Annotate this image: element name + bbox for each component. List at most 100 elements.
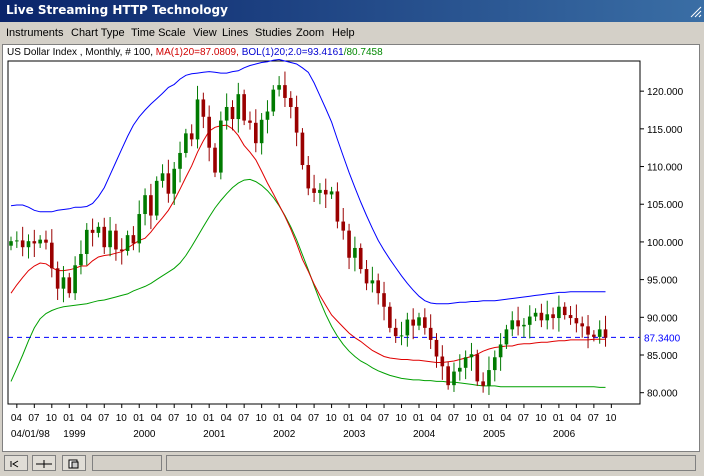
x-year-label: 2006: [553, 429, 576, 440]
x-tick-label: 01: [343, 413, 355, 424]
x-tick-label: 04: [430, 413, 442, 424]
candle-body: [288, 97, 293, 107]
candle-body: [452, 371, 456, 386]
candle-body: [79, 253, 83, 266]
menu-zoom[interactable]: Zoom: [296, 27, 324, 39]
candle-body: [230, 106, 235, 120]
candle-body: [545, 314, 550, 321]
menu-lines[interactable]: Lines: [222, 27, 248, 39]
window-title: Live Streaming HTTP Technology: [6, 3, 228, 17]
title-bar: Live Streaming HTTP Technology: [0, 0, 704, 22]
candle-body: [201, 99, 206, 117]
candle-body: [242, 94, 246, 121]
candle-body: [428, 327, 433, 340]
y-tick-label: 120.000: [647, 87, 684, 98]
x-tick-label: 04: [500, 413, 512, 424]
copy-button[interactable]: [62, 455, 86, 471]
candle-body: [265, 111, 270, 120]
candle-body: [370, 280, 375, 284]
menu-studies[interactable]: Studies: [255, 27, 292, 39]
x-tick-label: 07: [588, 413, 600, 424]
x-tick-label: 07: [98, 413, 110, 424]
candle-body: [498, 344, 503, 358]
candle-body: [516, 320, 520, 327]
candle-body: [592, 334, 596, 337]
menu-help[interactable]: Help: [332, 27, 355, 39]
candle-body: [172, 168, 177, 194]
candle-body: [20, 240, 25, 248]
x-tick-label: 07: [168, 413, 180, 424]
candle-body: [213, 147, 217, 173]
y-tick-label: 90.000: [647, 313, 678, 324]
candle-body: [603, 329, 608, 338]
candle-body: [504, 329, 509, 345]
candle-body: [114, 230, 118, 250]
candle-body: [318, 189, 322, 193]
x-year-label: 2003: [343, 429, 366, 440]
x-tick-label: 01: [413, 413, 425, 424]
candle-body: [358, 247, 363, 270]
candle-body: [417, 317, 421, 326]
price-chart[interactable]: 120.000 115.000 110.000 105.000 100.000 95.00…: [3, 45, 699, 451]
menu-time-scale[interactable]: Time Scale: [131, 27, 186, 39]
candle-body: [184, 133, 188, 153]
x-tick-label: 04: [81, 413, 93, 424]
candle-body: [597, 329, 602, 337]
candle-body: [376, 280, 381, 294]
x-tick-label: 04: [570, 413, 582, 424]
x-tick-label: 04: [291, 413, 303, 424]
candle-body: [67, 277, 72, 294]
x-year-label: 2004: [413, 429, 436, 440]
candle-body: [55, 268, 60, 289]
menu-bar: Instruments Chart Type Time Scale View L…: [0, 24, 704, 44]
candle-body: [189, 133, 194, 140]
candle-body: [492, 357, 497, 371]
candle-body: [73, 265, 77, 294]
y-tick-label: 110.000: [647, 163, 683, 174]
candle-body: [329, 191, 334, 195]
x-tick-label: 01: [63, 413, 75, 424]
status-bar: [0, 452, 704, 476]
candle-body: [108, 230, 112, 248]
menu-chart-type[interactable]: Chart Type: [71, 27, 125, 39]
x-year-label: 2005: [483, 429, 506, 440]
candle-body: [131, 235, 136, 244]
crosshair-button[interactable]: [32, 455, 56, 471]
x-year-label: 2001: [203, 429, 226, 440]
candle-body: [382, 293, 386, 307]
menu-instruments[interactable]: Instruments: [6, 27, 63, 39]
menu-view[interactable]: View: [193, 27, 217, 39]
candle-body: [102, 226, 107, 248]
candle-body: [580, 323, 585, 327]
candle-body: [551, 314, 555, 319]
chart-panel: US Dollar Index , Monthly, # 100, MA(1)2…: [2, 44, 700, 452]
y-tick-label: 105.000: [647, 200, 684, 211]
x-tick-label: 07: [448, 413, 460, 424]
candle-body: [388, 306, 392, 328]
x-tick-label: 01: [133, 413, 145, 424]
x-year-label: 1999: [63, 429, 86, 440]
candle-body: [312, 188, 316, 193]
candle-body: [393, 327, 398, 337]
candle-body: [423, 317, 427, 328]
candle-body: [574, 318, 579, 324]
candle-body: [271, 89, 276, 112]
candle-body: [15, 240, 19, 242]
x-tick-label: 07: [518, 413, 530, 424]
y-tick-label: 100.000: [647, 238, 684, 249]
candle-body: [300, 132, 305, 166]
x-tick-label: 01: [483, 413, 495, 424]
candle-body: [259, 119, 264, 144]
candle-body: [38, 239, 42, 244]
candle-body: [149, 195, 153, 216]
candle-body: [125, 235, 130, 251]
candle-body: [224, 106, 229, 121]
resize-grip-icon[interactable]: [688, 4, 702, 18]
candle-body: [306, 165, 311, 189]
candle-body: [539, 312, 544, 321]
y-tick-label: 85.000: [647, 351, 678, 362]
candle-body: [557, 306, 561, 319]
x-tick-label: 01: [273, 413, 285, 424]
first-page-button[interactable]: [4, 455, 28, 471]
candle-body: [463, 357, 468, 368]
